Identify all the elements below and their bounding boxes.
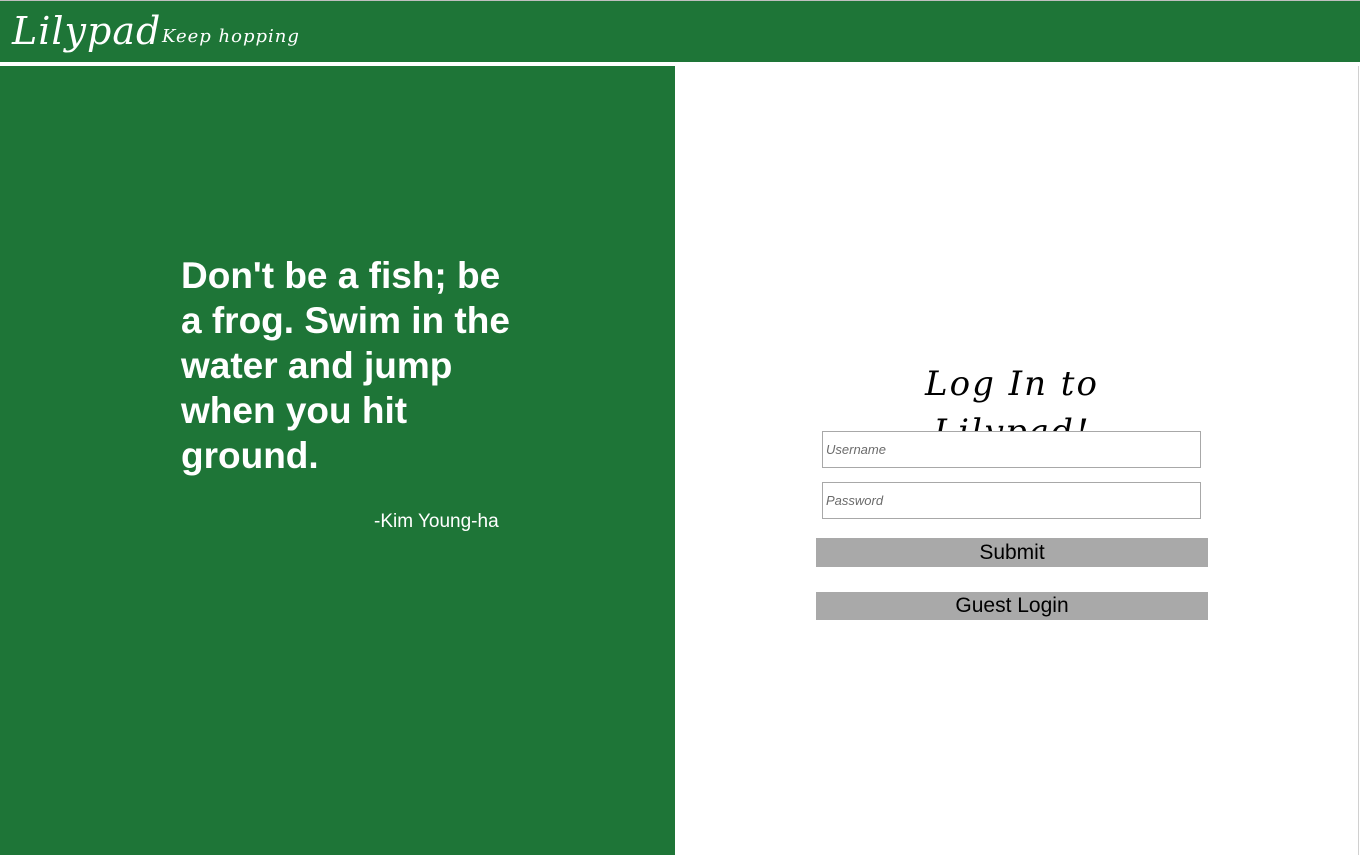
top-navbar: Lilypad Keep hopping xyxy=(0,0,1360,64)
app-logo[interactable]: Lilypad xyxy=(12,7,161,55)
password-input[interactable] xyxy=(822,482,1201,519)
quote-author: -Kim Young-ha xyxy=(374,511,499,532)
quote-text: Don't be a fish; be a frog. Swim in the … xyxy=(181,255,510,476)
submit-button[interactable]: Submit xyxy=(816,538,1208,567)
guest-login-button[interactable]: Guest Login xyxy=(816,592,1208,620)
username-input[interactable] xyxy=(822,431,1201,468)
app-tagline: Keep hopping xyxy=(162,26,300,47)
